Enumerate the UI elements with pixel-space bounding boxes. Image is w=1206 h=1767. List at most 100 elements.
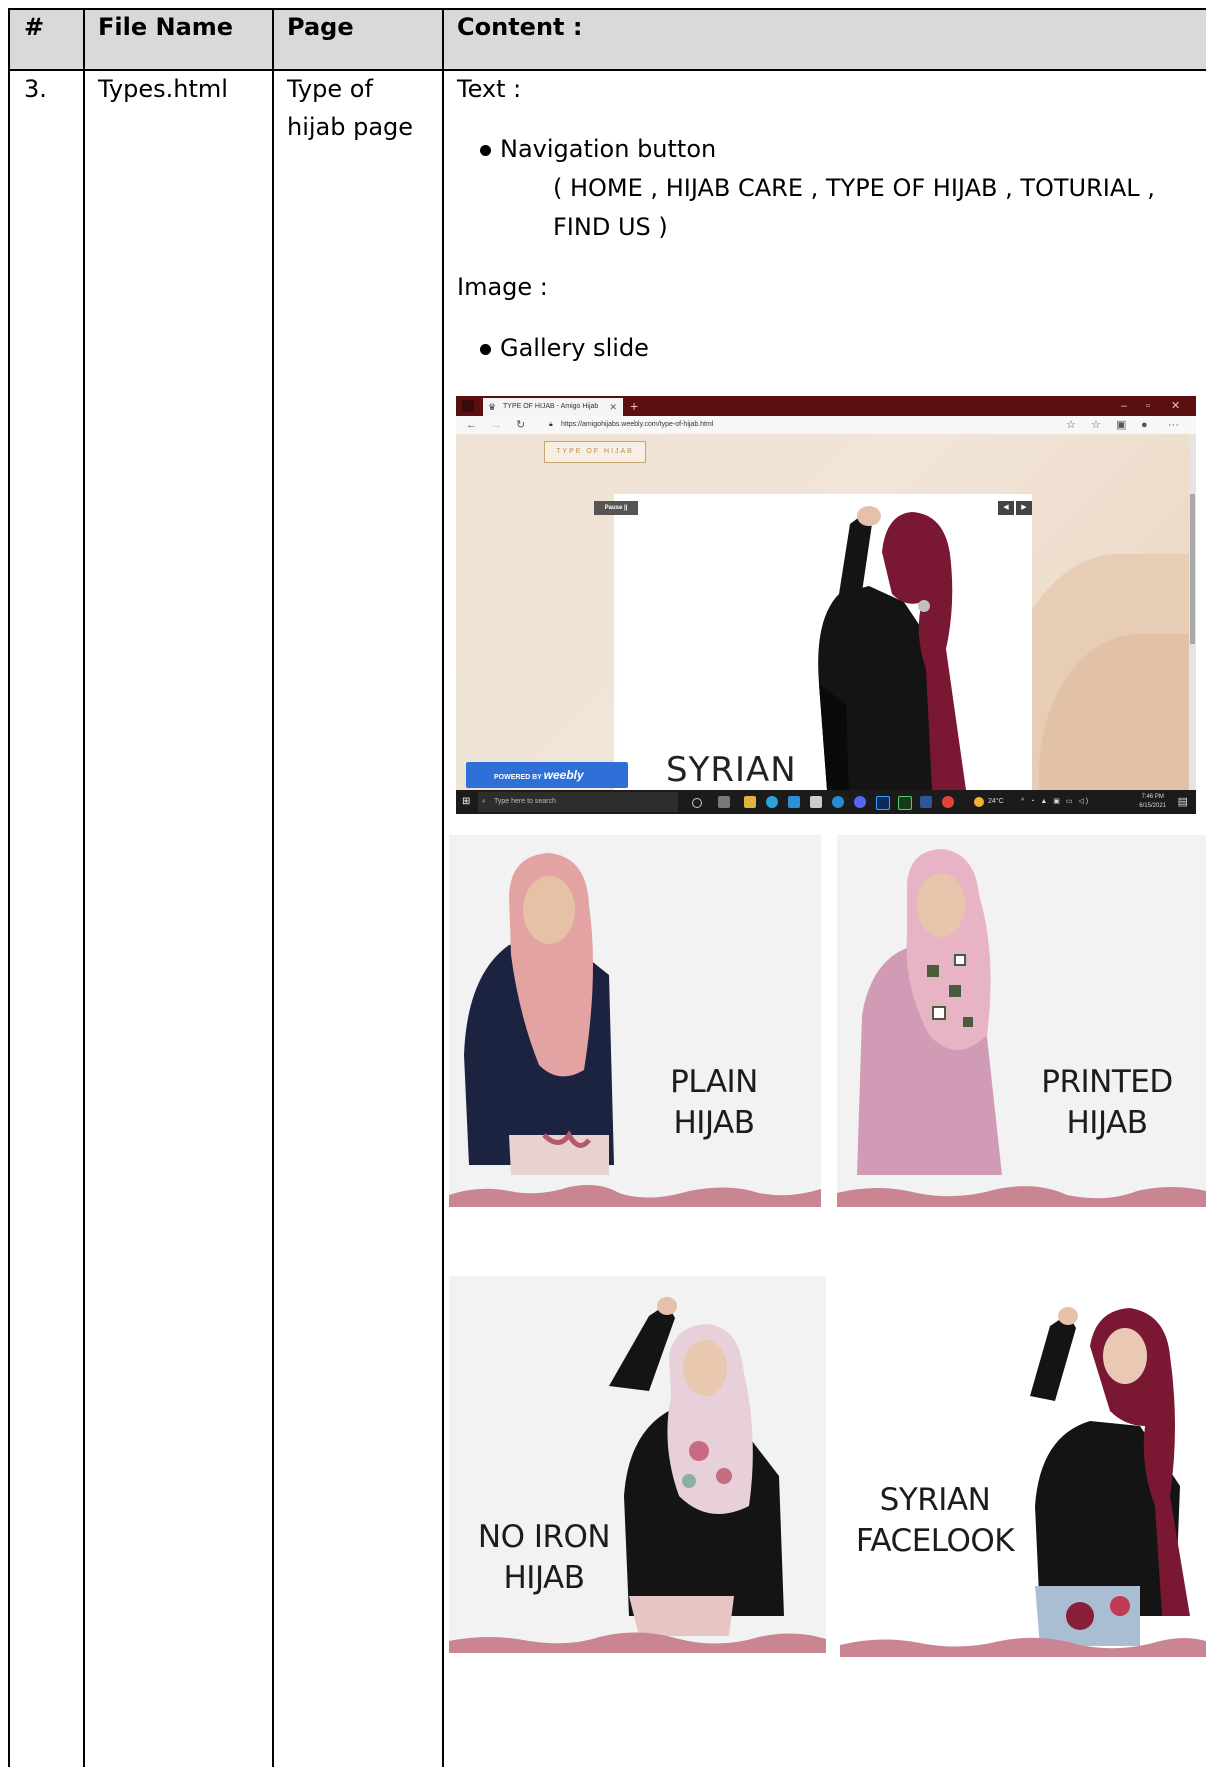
edge-icon (766, 796, 778, 808)
torn-paper-decoration (840, 1637, 1206, 1657)
windows-taskbar: ⊞ ⌕ Type here to search 24°C ^ ◔ ▲ ▣ ▭ ◁… (456, 790, 1196, 814)
header-file-name: File Name (98, 13, 234, 41)
cortana-icon (692, 798, 702, 808)
search-icon: ⌕ (482, 798, 486, 805)
table-border-left (8, 8, 10, 1767)
bullet-gallery-label: Gallery slide (500, 334, 649, 362)
taskbar-clock: 7:46 PM 6/15/2021 (1139, 793, 1166, 811)
favorites-icon: ☆ (1091, 419, 1101, 431)
discord-icon (854, 796, 866, 808)
syrian-facelook-model-image (1030, 1307, 1190, 1646)
system-tray-icons: ^ ◔ ▲ ▣ ▭ ◁) (1021, 798, 1091, 805)
weebly-brand: weebly (543, 768, 584, 782)
refresh-icon: ↻ (516, 419, 526, 431)
nav-items-line2: FIND US ) (553, 213, 668, 241)
header-page: Page (287, 13, 354, 41)
taskbar-temperature: 24°C (988, 798, 1004, 805)
column-divider-1 (83, 8, 85, 1767)
mail-icon (788, 796, 800, 808)
photoshop-icon (876, 796, 890, 810)
torn-paper-decoration (449, 1185, 821, 1207)
task-view-icon (718, 796, 730, 808)
product-label-syrian-facelook: SYRIAN FACELOOK (850, 1480, 1020, 1562)
product-label-line2: HIJAB (1066, 1105, 1148, 1141)
product-label-no-iron-hijab: NO IRON HIJAB (469, 1517, 619, 1599)
bullet-navigation: Navigation button (480, 130, 717, 168)
product-label-line1: SYRIAN (879, 1482, 991, 1518)
taskbar-search: ⌕ Type here to search (478, 792, 678, 812)
header-number: # (24, 13, 45, 41)
row-page-line1: Type of (287, 75, 373, 103)
product-label-plain-hijab: PLAIN HIJAB (639, 1062, 789, 1144)
file-explorer-icon (744, 796, 756, 808)
bullet-dot (480, 344, 491, 355)
column-divider-3 (442, 8, 444, 1767)
printed-hijab-model-image (857, 849, 1002, 1175)
slide-prev-icon: ◀ (998, 501, 1014, 515)
browser-address-bar: ← → ↻ 🔒︎ https://amigohijabs.weebly.com/… (456, 416, 1196, 435)
gallery-slide: SYRIAN (614, 494, 1032, 790)
url-field: 🔒︎ https://amigohijabs.weebly.com/type-o… (549, 418, 1121, 432)
row-number: 3. (24, 75, 47, 103)
taskbar-time: 7:46 PM (1141, 794, 1164, 800)
row-page-line2: hijab page (287, 113, 414, 141)
new-tab-icon: + (630, 398, 639, 414)
tab-title: TYPE OF HIJAB - Amigo Hijab (503, 403, 599, 410)
website-page: TYPE OF HIJAB SYRIAN Pause || ◀ ▶ (456, 434, 1189, 794)
product-label-line2: HIJAB (673, 1105, 755, 1141)
bullet-navigation-label: Navigation button (500, 135, 717, 163)
product-image-plain-hijab: PLAIN HIJAB (449, 835, 821, 1207)
weather-icon (974, 797, 984, 807)
page-scrollbar (1189, 434, 1196, 790)
column-divider-2 (272, 8, 274, 1767)
tab-close-icon: ✕ (609, 402, 617, 412)
product-label-line1: NO IRON (477, 1519, 611, 1555)
chrome-icon (942, 796, 954, 808)
lock-icon: 🔒︎ (549, 421, 553, 428)
torn-paper-decoration (449, 1632, 826, 1653)
slide-model-image (818, 506, 966, 790)
bullet-dot (480, 145, 491, 156)
pause-button: Pause || (594, 501, 638, 515)
product-label-line2: HIJAB (503, 1560, 585, 1596)
product-label-printed-hijab: PRINTED HIJAB (1027, 1062, 1187, 1144)
reading-icon: ☆ (1066, 419, 1076, 431)
product-label-line2: FACELOOK (855, 1523, 1015, 1559)
more-menu-icon: ··· (1168, 419, 1179, 431)
text-heading: Text : (457, 75, 522, 103)
nav-items-line1: ( HOME , HIJAB CARE , TYPE OF HIJAB , TO… (553, 174, 1155, 202)
tab-favicon-icon: ♛ (488, 402, 497, 412)
url-text: https://amigohijabs.weebly.com/type-of-h… (561, 421, 714, 428)
app-icon (810, 796, 822, 808)
header-content: Content : (457, 13, 583, 41)
window-close-icon: ✕ (1171, 400, 1181, 412)
browser-tab: ♛ TYPE OF HIJAB - Amigo Hijab ✕ (483, 398, 623, 416)
profile-icon: ● (1141, 419, 1148, 431)
telegram-icon (832, 796, 844, 808)
maximize-icon: ▫ (1146, 400, 1150, 412)
product-label-line1: PLAIN (670, 1064, 758, 1100)
slide-next-icon: ▶ (1016, 501, 1032, 515)
scroll-thumb (1190, 494, 1195, 644)
image-heading: Image : (457, 273, 548, 301)
site-nav-type-of-hijab: TYPE OF HIJAB (544, 441, 646, 463)
word-icon (920, 796, 932, 808)
dreamweaver-icon (898, 796, 912, 810)
website-screenshot: ♛ TYPE OF HIJAB - Amigo Hijab ✕ + – ▫ ✕ … (456, 396, 1196, 814)
back-arrow-icon: ← (466, 419, 477, 431)
product-image-printed-hijab: PRINTED HIJAB (837, 835, 1206, 1207)
windows-start-icon: ⊞ (462, 796, 471, 807)
bullet-gallery: Gallery slide (480, 329, 649, 367)
slide-caption: SYRIAN (666, 750, 797, 790)
browser-titlebar: ♛ TYPE OF HIJAB - Amigo Hijab ✕ + – ▫ ✕ (456, 396, 1196, 416)
product-image-syrian-facelook: SYRIAN FACELOOK (840, 1286, 1206, 1663)
notification-icon: ▤ (1177, 796, 1188, 808)
forward-arrow-icon: → (491, 419, 502, 431)
product-label-line1: PRINTED (1041, 1064, 1173, 1100)
browser-menu-icon (462, 400, 474, 412)
taskbar-date: 6/15/2021 (1139, 803, 1166, 809)
weebly-badge: POWERED BY weebly (466, 762, 628, 788)
weebly-prefix: POWERED BY (494, 774, 542, 781)
torn-paper-decoration (837, 1186, 1206, 1207)
collections-icon: ▣ (1116, 419, 1127, 431)
